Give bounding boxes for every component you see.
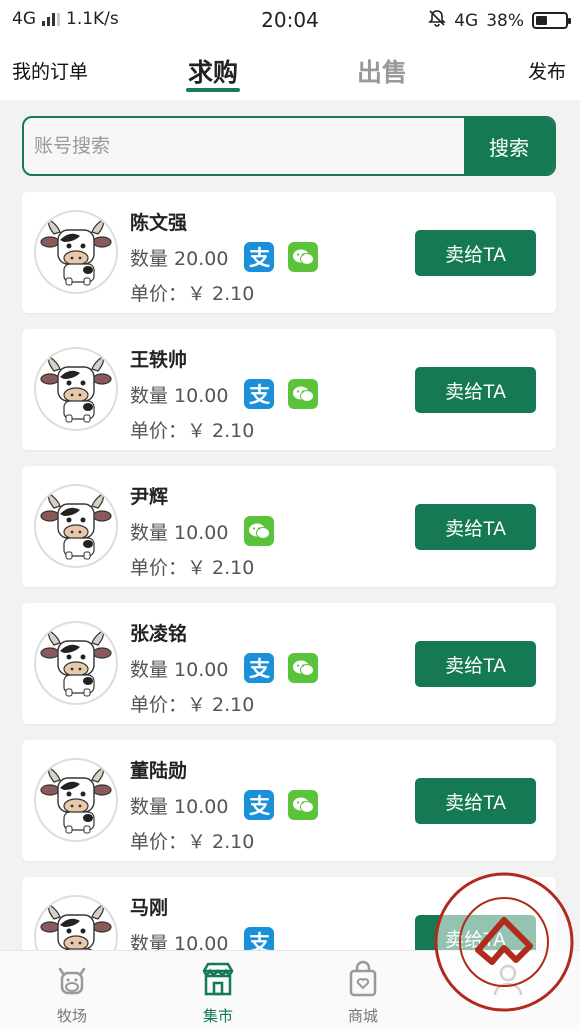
bottom-nav-item-1[interactable]: 牧场: [32, 959, 112, 1026]
quantity-row: 数量 10.00 支: [130, 653, 319, 683]
payment-methods: 支: [244, 790, 319, 820]
sell-to-button[interactable]: 卖给TA: [415, 504, 536, 550]
tab-active-indicator: [186, 88, 240, 92]
unit-price: 单价：￥ 2.10: [130, 420, 255, 442]
cow-avatar-icon: [40, 630, 112, 697]
market-icon: [178, 959, 258, 999]
alipay-icon: 支: [244, 379, 275, 409]
battery-percent: 38%: [486, 10, 524, 31]
wechat-pay-icon: [244, 516, 275, 546]
sell-to-button[interactable]: 卖给TA: [415, 230, 536, 276]
quantity: 数量 10.00: [130, 795, 229, 818]
buyer-name: 尹辉: [130, 486, 169, 508]
quantity-row: 数量 10.00 支: [130, 379, 319, 409]
unit-price: 单价：￥ 2.10: [130, 557, 255, 579]
bottom-nav-label: 商城: [347, 1007, 378, 1025]
top-nav: 我的订单 求购 出售 发布: [0, 40, 580, 100]
buyer-name: 董陆勋: [130, 760, 188, 782]
watermark-stamp: [432, 870, 576, 1014]
bottom-nav-label: 牧场: [56, 1007, 87, 1025]
cow-avatar-icon: [40, 356, 112, 423]
listing-card-5: 董陆勋 数量 10.00 支 单价：￥ 2.10 卖给TA: [22, 740, 556, 861]
quantity: 数量 10.00: [130, 384, 229, 407]
cow-avatar-icon: [40, 493, 112, 560]
status-right: 4G 38%: [428, 9, 571, 32]
wechat-pay-icon: [288, 790, 319, 820]
payment-methods: 支: [244, 379, 319, 409]
network-type-right: 4G: [454, 10, 479, 31]
wechat-pay-icon: [288, 379, 319, 409]
listing-card-4: 张凌铭 数量 10.00 支 单价：￥ 2.10 卖给TA: [22, 603, 556, 724]
avatar: [34, 758, 118, 842]
quantity: 数量 20.00: [130, 247, 229, 270]
quantity: 数量 10.00: [130, 521, 229, 544]
sell-to-button[interactable]: 卖给TA: [415, 641, 536, 687]
wechat-pay-icon: [288, 242, 319, 272]
alipay-icon: 支: [244, 790, 275, 820]
avatar: [34, 347, 118, 431]
bottom-nav-label: 集市: [202, 1007, 233, 1025]
alipay-icon: 支: [244, 242, 275, 272]
cow-avatar-icon: [40, 219, 112, 286]
battery-icon: [532, 12, 571, 29]
listing-card-1: 陈文强 数量 20.00 支 单价：￥ 2.10 卖给TA: [22, 192, 556, 313]
bottom-nav-item-3[interactable]: 商城: [323, 959, 403, 1026]
unit-price: 单价：￥ 2.10: [130, 283, 255, 305]
payment-methods: [244, 516, 275, 546]
quantity-row: 数量 10.00: [130, 516, 275, 546]
sell-to-button[interactable]: 卖给TA: [415, 778, 536, 824]
bottom-nav-item-2[interactable]: 集市: [178, 959, 258, 1026]
status-bar: 4G 1.1K/s 20:04 4G 38%: [0, 0, 580, 40]
my-orders-link[interactable]: 我的订单: [12, 57, 88, 84]
tab-sell[interactable]: 出售: [342, 53, 422, 89]
search-input[interactable]: [24, 118, 466, 174]
listing-card-2: 王轶帅 数量 10.00 支 单价：￥ 2.10 卖给TA: [22, 329, 556, 450]
buyer-name: 马刚: [130, 897, 169, 919]
avatar: [34, 210, 118, 294]
alipay-icon: 支: [244, 653, 275, 683]
search-button[interactable]: 搜索: [464, 118, 554, 174]
payment-methods: 支: [244, 653, 319, 683]
avatar: [34, 484, 118, 568]
avatar: [34, 621, 118, 705]
quantity-row: 数量 20.00 支: [130, 242, 319, 272]
quantity-row: 数量 10.00 支: [130, 790, 319, 820]
mute-bell-icon: [428, 9, 447, 32]
unit-price: 单价：￥ 2.10: [130, 694, 255, 716]
publish-button[interactable]: 发布: [528, 57, 566, 84]
buyer-name: 张凌铭: [130, 623, 188, 645]
sell-to-button[interactable]: 卖给TA: [415, 367, 536, 413]
unit-price: 单价：￥ 2.10: [130, 831, 255, 853]
buyer-name: 王轶帅: [130, 349, 188, 371]
payment-methods: 支: [244, 242, 319, 272]
cow-icon: [32, 959, 112, 999]
tab-buy[interactable]: 求购: [173, 53, 253, 89]
shopping-bag-icon: [323, 959, 403, 999]
buyer-name: 陈文强: [130, 212, 188, 234]
listing-card-3: 尹辉 数量 10.00 单价：￥ 2.10 卖给TA: [22, 466, 556, 587]
wechat-pay-icon: [288, 653, 319, 683]
quantity: 数量 10.00: [130, 658, 229, 681]
search-bar: 搜索: [22, 116, 556, 176]
cow-avatar-icon: [40, 767, 112, 834]
